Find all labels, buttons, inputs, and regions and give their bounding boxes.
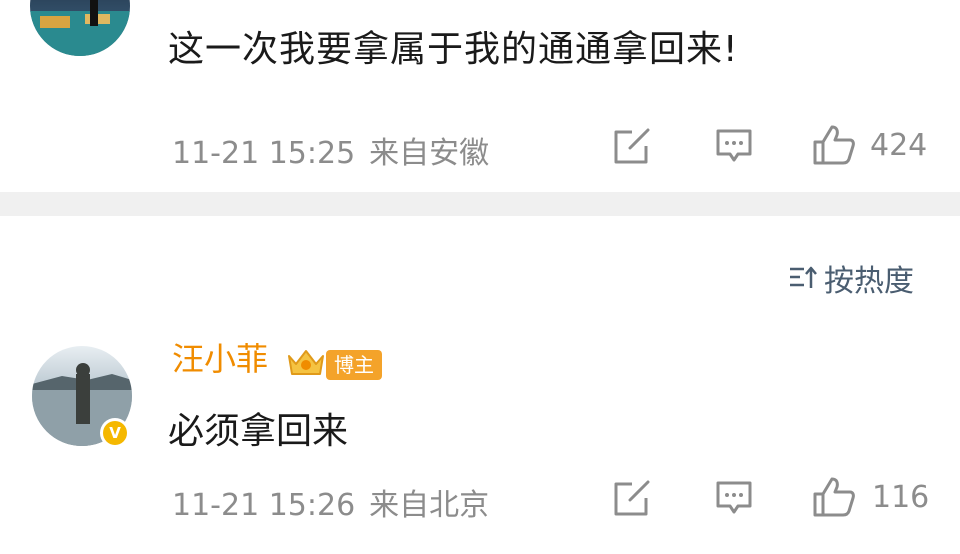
avatar[interactable] [30,0,130,56]
sort-by-hot-button[interactable]: 按热度 [788,256,914,300]
comment-icon[interactable] [714,128,754,164]
comment-icon[interactable] [714,480,754,516]
blogger-tag: 博主 [326,350,382,380]
comment-meta: 11-21 15:26 来自北京 [172,480,489,524]
like-icon[interactable] [812,476,856,518]
section-divider [0,192,960,216]
repost-icon[interactable] [612,480,652,518]
comment-time: 11-21 15:26 [172,488,356,523]
like-count: 116 [872,480,930,515]
username[interactable]: 汪小菲 [172,334,268,380]
verified-badge: V [100,418,130,448]
repost-icon[interactable] [612,128,652,166]
comment-text: 必须拿回来 [168,411,349,452]
comment-card-1: 这一次我要拿属于我的通通拿回来! 11-21 15:25 来自安徽 424 [0,0,960,192]
comment-location: 来自北京 [369,488,490,523]
crown-icon [288,350,324,375]
comment-location: 来自安徽 [369,136,490,171]
sort-label: 按热度 [824,264,914,299]
comment-meta: 11-21 15:25 来自安徽 [172,128,489,172]
like-icon[interactable] [812,124,856,166]
comment-card-2: 按热度 汪小菲 博主 必须拿回来 11-21 15:26 来自北京 116 [0,216,960,554]
comment-text: 这一次我要拿属于我的通通拿回来! [168,29,739,70]
like-count: 424 [870,128,928,163]
comment-time: 11-21 15:25 [172,136,356,171]
sort-icon [790,266,817,288]
verified-badge-mark: V [103,421,127,445]
